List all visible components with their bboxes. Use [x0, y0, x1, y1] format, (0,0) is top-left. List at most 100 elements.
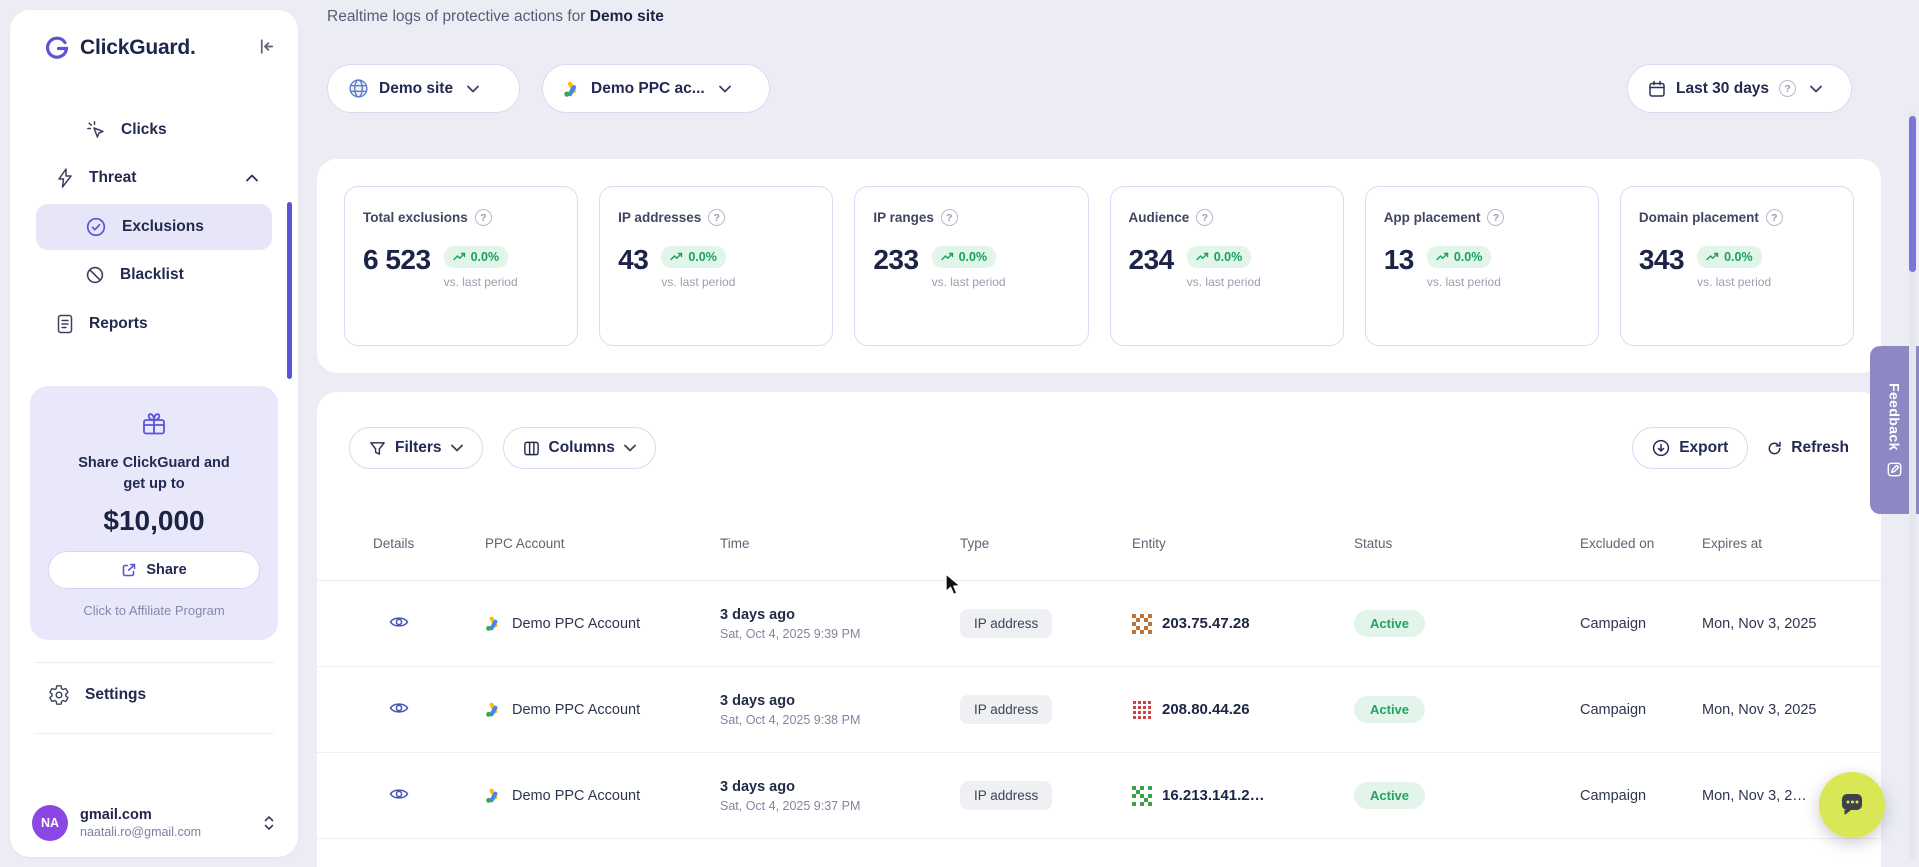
stat-delta-badge: 0.0%: [444, 246, 509, 268]
sidebar-item-reports[interactable]: Reports: [10, 300, 298, 348]
refresh-button[interactable]: Refresh: [1766, 427, 1849, 469]
gift-icon: [140, 410, 168, 438]
help-icon[interactable]: [1779, 80, 1796, 97]
stat-card-domain-placement: Domain placement 343 0.0% vs. last perio…: [1620, 186, 1854, 346]
status-badge: Active: [1354, 696, 1425, 723]
time-relative: 3 days ago: [720, 779, 960, 795]
sidebar-item-clicks[interactable]: Clicks: [10, 106, 298, 154]
status-badge: Active: [1354, 610, 1425, 637]
chevron-down-icon: [719, 85, 731, 93]
user-account-switcher[interactable]: NA gmail.com naatali.ro@gmail.com: [10, 805, 298, 841]
stat-card-ip-ranges: IP ranges 233 0.0% vs. last period: [854, 186, 1088, 346]
sidebar: ClickGuard. Clicks Threat Exclusions: [10, 10, 298, 857]
table-row-partial: 3 days ago: [317, 839, 1881, 867]
sidebar-item-label: Reports: [89, 315, 148, 333]
gear-icon: [48, 684, 70, 706]
sidebar-collapse-button[interactable]: [257, 37, 276, 59]
trend-up-icon: [453, 252, 466, 262]
stat-label: App placement: [1384, 210, 1481, 225]
stat-caption: vs. last period: [661, 275, 735, 289]
chat-bubble-icon: [1837, 790, 1867, 820]
stat-label: IP ranges: [873, 210, 934, 225]
sidebar-item-settings[interactable]: Settings: [10, 671, 298, 719]
cursor-click-icon: [86, 120, 106, 140]
stat-caption: vs. last period: [1697, 275, 1771, 289]
trend-up-icon: [941, 252, 954, 262]
stat-label: Total exclusions: [363, 210, 468, 225]
help-icon[interactable]: [708, 209, 725, 226]
sidebar-item-threat[interactable]: Threat: [10, 154, 298, 202]
chevron-down-icon: [624, 444, 636, 452]
chat-widget-button[interactable]: [1819, 772, 1885, 838]
stat-value: 6 523: [363, 244, 431, 276]
column-header-excluded-on: Excluded on: [1580, 535, 1702, 553]
help-icon[interactable]: [1766, 209, 1783, 226]
logo-row: ClickGuard.: [10, 10, 298, 86]
entity-value: 203.75.47.28: [1162, 615, 1250, 632]
clickguard-logo-icon: [44, 35, 70, 61]
ban-icon: [85, 265, 105, 285]
columns-button[interactable]: Columns: [503, 427, 656, 469]
help-icon[interactable]: [1487, 209, 1504, 226]
table-row: Demo PPC Account 3 days agoSat, Oct 4, 2…: [317, 753, 1881, 839]
stat-value: 43: [618, 244, 648, 276]
lightning-icon: [56, 168, 74, 188]
chevron-up-down-icon: [262, 814, 276, 832]
ppc-account-selector-dropdown[interactable]: Demo PPC ac...: [542, 64, 770, 113]
identicon-icon: [1132, 700, 1152, 720]
chevron-down-icon: [451, 444, 463, 452]
stat-value: 233: [873, 244, 918, 276]
table-row: Demo PPC Account 3 days agoSat, Oct 4, 2…: [317, 581, 1881, 667]
column-header-expires-at: Expires at: [1702, 535, 1857, 553]
columns-icon: [523, 440, 540, 457]
subtitle-site-name: Demo site: [590, 8, 664, 25]
site-selector-dropdown[interactable]: Demo site: [327, 64, 520, 113]
funnel-icon: [369, 440, 386, 457]
export-button[interactable]: Export: [1632, 427, 1748, 469]
share-button[interactable]: Share: [48, 551, 260, 589]
type-badge: IP address: [960, 781, 1052, 810]
date-range-dropdown[interactable]: Last 30 days: [1627, 64, 1852, 113]
help-icon[interactable]: [1196, 209, 1213, 226]
column-header-status: Status: [1354, 535, 1580, 553]
stat-caption: vs. last period: [1187, 275, 1261, 289]
view-details-button[interactable]: [387, 610, 411, 637]
excluded-on-value: Campaign: [1580, 616, 1702, 632]
chevron-up-icon: [246, 174, 258, 182]
expires-at-value: Mon, Nov 3, 2025: [1702, 702, 1857, 718]
time-absolute: Sat, Oct 4, 2025 9:38 PM: [720, 713, 960, 727]
stat-delta-badge: 0.0%: [932, 246, 997, 268]
view-details-button[interactable]: [387, 696, 411, 723]
refresh-icon: [1766, 440, 1783, 457]
table-row: Demo PPC Account 3 days agoSat, Oct 4, 2…: [317, 667, 1881, 753]
sidebar-item-label: Blacklist: [120, 266, 184, 284]
type-badge: IP address: [960, 609, 1052, 638]
trend-up-icon: [1706, 252, 1719, 262]
sidebar-item-label: Threat: [89, 169, 136, 187]
entity-value: 208.80.44.26: [1162, 701, 1250, 718]
stat-delta-badge: 0.0%: [661, 246, 726, 268]
stat-delta-badge: 0.0%: [1427, 246, 1492, 268]
google-ads-icon: [485, 701, 502, 718]
stat-caption: vs. last period: [932, 275, 1006, 289]
help-icon[interactable]: [475, 209, 492, 226]
status-badge: Active: [1354, 782, 1425, 809]
stat-card-ip-addresses: IP addresses 43 0.0% vs. last period: [599, 186, 833, 346]
type-badge: IP address: [960, 695, 1052, 724]
sidebar-scrollbar-thumb[interactable]: [287, 202, 292, 379]
time-relative: 3 days ago: [720, 693, 960, 709]
excluded-on-value: Campaign: [1580, 702, 1702, 718]
affiliate-program-link[interactable]: Click to Affiliate Program: [48, 603, 260, 618]
stat-caption: vs. last period: [1427, 275, 1501, 289]
stat-value: 13: [1384, 244, 1414, 276]
page-scrollbar-thumb[interactable]: [1909, 116, 1916, 272]
sidebar-item-exclusions[interactable]: Exclusions: [36, 204, 272, 250]
filters-button[interactable]: Filters: [349, 427, 483, 469]
stats-panel: Total exclusions 6 523 0.0% vs. last per…: [317, 159, 1881, 373]
promo-amount: $10,000: [48, 505, 260, 537]
view-details-button[interactable]: [387, 782, 411, 809]
promo-text: Share ClickGuard and get up to: [68, 453, 240, 495]
help-icon[interactable]: [941, 209, 958, 226]
expires-at-value: Mon, Nov 3, 2025: [1702, 616, 1857, 632]
sidebar-item-blacklist[interactable]: Blacklist: [36, 252, 272, 298]
